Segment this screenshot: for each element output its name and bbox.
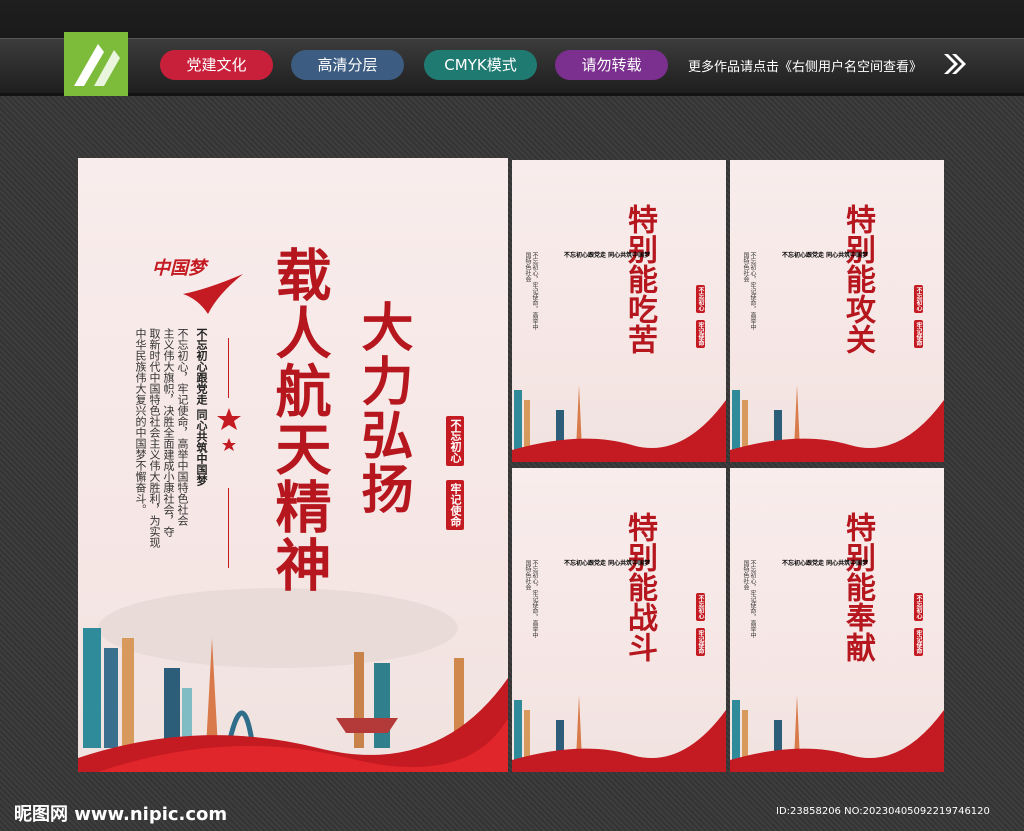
seal-remember: 不忘初心 [914,593,923,621]
seal-remember: 不忘初心 [696,593,705,621]
body-line-3: 取新时代中国特色社会主义伟大胜利，为实现 [148,328,161,548]
tag-cmyk[interactable]: CMYK模式 [424,50,537,80]
divider-bottom [228,488,229,568]
poster-title: 特别能战斗 [622,512,657,662]
poster-body: 不忘初心，牢记使命，高举中国特色社会 [742,560,756,638]
poster-fight: 特别能战斗 不忘初心 牢记使命 不忘初心，牢记使命，高举中国特色社会 不忘初心跟… [512,468,726,772]
seal-remember: 不忘初心 [696,285,705,313]
seal-mission: 牢记使命 [914,628,923,656]
seal-remember: 不忘初心 [446,416,464,466]
poster-hardship: 特别能吃苦 不忘初心 牢记使命 不忘初心，牢记使命，高举中国特色社会 不忘初心跟… [512,160,726,462]
poster-body: 不忘初心，牢记使命，高举中国特色社会 [524,560,538,638]
poster-lead: 不忘初心跟党走 同心共筑中国梦 [782,252,869,259]
seal-mission: 牢记使命 [696,320,705,348]
seal-mission: 牢记使命 [446,480,464,530]
image-id: ID:23858206 NO:20230405092219746120 [776,806,990,817]
tag-no-repost[interactable]: 请勿转载 [555,50,668,80]
body-line-4: 中华民族伟大复兴的中国梦不懈奋斗。 [134,328,147,515]
tag-party-culture[interactable]: 党建文化 [160,50,273,80]
seal-mission: 牢记使命 [914,320,923,348]
poster-lead: 不忘初心跟党走 同心共筑中国梦 [564,560,651,567]
poster-title: 特别能奉献 [840,512,875,662]
double-arrow-icon[interactable] [942,52,968,80]
poster-body: 不忘初心，牢记使命，高举中国特色社会 [524,252,538,330]
site-watermark: 昵图网 www.nipic.com [14,804,228,825]
tag-hd-layers[interactable]: 高清分层 [291,50,404,80]
poster-body: 不忘初心，牢记使命，高举中国特色社会 [742,252,756,330]
title-spirit: 载人航天精神 [266,246,332,594]
main-poster: 中国梦 不忘初心跟党走 同心共筑中国梦 不忘初心，牢记使命，高举中国特色社会 主… [78,158,508,772]
logo-icon [64,32,128,96]
poster-title: 特别能吃苦 [622,204,657,354]
china-dream-brush-icon [183,274,243,314]
more-works-link[interactable]: 更多作品请点击《右侧用户名空间查看》 [688,56,922,75]
poster-lead: 不忘初心跟党走 同心共筑中国梦 [564,252,651,259]
poster-lead: 不忘初心跟党走 同心共筑中国梦 [782,560,869,567]
seal-remember: 不忘初心 [914,285,923,313]
body-line-1: 不忘初心，牢记使命，高举中国特色社会 [176,328,189,526]
stars-icon [217,408,241,451]
poster-tackle: 特别能攻关 不忘初心 牢记使命 不忘初心，牢记使命，高举中国特色社会 不忘初心跟… [730,160,944,462]
poster-dedicate: 特别能奉献 不忘初心 牢记使命 不忘初心，牢记使命，高举中国特色社会 不忘初心跟… [730,468,944,772]
poster-title: 特别能攻关 [840,204,875,354]
lead-slogan: 不忘初心跟党走 同心共筑中国梦 [195,328,208,486]
body-line-2: 主义伟大旗帜，决胜全面建成小康社会，夺 [162,328,175,537]
title-promote: 大力弘扬 [352,300,413,516]
seal-mission: 牢记使命 [696,628,705,656]
divider-top [228,338,229,398]
